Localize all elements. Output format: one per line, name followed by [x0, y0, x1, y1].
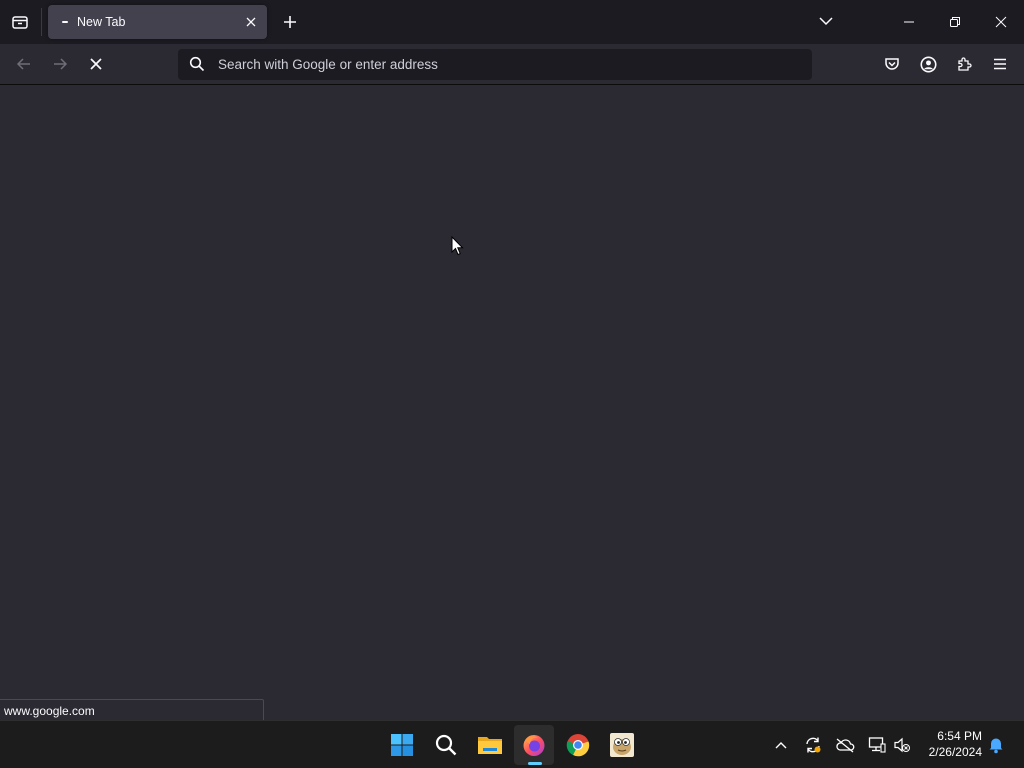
network-tray-button[interactable]: [867, 735, 887, 755]
sync-tray-button[interactable]: [803, 735, 823, 755]
loading-favicon-icon: [62, 21, 68, 23]
extensions-button[interactable]: [950, 50, 978, 78]
list-all-tabs-button[interactable]: [814, 9, 838, 33]
address-bar[interactable]: [178, 49, 812, 80]
arrow-right-icon: [54, 58, 68, 70]
url-input[interactable]: [218, 53, 798, 76]
show-hidden-icons-button[interactable]: [771, 735, 791, 755]
new-tab-button[interactable]: [277, 9, 303, 35]
windows-logo-icon: [391, 734, 413, 756]
window-close-button[interactable]: [978, 0, 1024, 44]
tab-strip: New Tab: [0, 0, 1024, 44]
status-panel: www.google.com: [0, 699, 264, 720]
folder-icon: [478, 737, 502, 754]
onedrive-tray-button[interactable]: [835, 735, 855, 755]
tab-strip-separator: [41, 8, 42, 36]
firefox-view-icon: [12, 16, 28, 29]
account-icon: [919, 55, 937, 73]
firefox-taskbar-button[interactable]: [514, 725, 554, 765]
mouse-cursor-icon: [451, 236, 464, 256]
plus-icon: [284, 16, 296, 28]
chevron-down-icon: [819, 17, 833, 26]
taskbar-search-button[interactable]: [426, 725, 466, 765]
minimize-button[interactable]: [886, 0, 932, 44]
app-menu-button[interactable]: [986, 50, 1014, 78]
taskbar: 6:54 PM 2/26/2024: [0, 720, 1024, 768]
search-icon: [189, 56, 205, 72]
restore-button[interactable]: [932, 0, 978, 44]
firefox-icon: [523, 735, 545, 756]
puzzle-piece-icon: [958, 57, 972, 71]
chrome-icon: [566, 734, 590, 757]
tab-close-button[interactable]: [242, 13, 260, 31]
back-button[interactable]: [10, 50, 38, 78]
firefox-view-button[interactable]: [6, 8, 34, 36]
tab-new-tab[interactable]: New Tab: [48, 5, 267, 39]
notifications-button[interactable]: [986, 735, 1006, 755]
page-content: [0, 86, 1024, 720]
pocket-button[interactable]: [878, 50, 906, 78]
restore-icon: [950, 17, 960, 27]
account-button[interactable]: [914, 50, 942, 78]
pocket-icon: [885, 58, 899, 70]
start-button[interactable]: [382, 725, 422, 765]
volume-muted-icon: [894, 737, 910, 753]
tab-title: New Tab: [77, 15, 126, 29]
search-icon: [435, 734, 457, 756]
clock-date: 2/26/2024: [928, 745, 982, 759]
minimize-icon: [904, 21, 914, 23]
stop-loading-button[interactable]: [82, 50, 110, 78]
app-6-taskbar-button[interactable]: [602, 725, 642, 765]
volume-tray-button[interactable]: [892, 735, 912, 755]
bell-icon: [989, 738, 1003, 754]
clock[interactable]: 6:54 PM 2/26/2024: [914, 728, 982, 760]
close-icon: [995, 16, 1007, 28]
nav-toolbar: [0, 44, 1024, 85]
file-explorer-button[interactable]: [470, 725, 510, 765]
cloud-offline-icon: [836, 738, 855, 753]
active-app-indicator: [528, 762, 542, 765]
hamburger-menu-icon: [994, 58, 1006, 70]
close-icon: [246, 17, 256, 27]
network-icon: [868, 737, 886, 753]
forward-button[interactable]: [46, 50, 74, 78]
chrome-taskbar-button[interactable]: [558, 725, 598, 765]
clock-time: 6:54 PM: [937, 729, 982, 743]
arrow-left-icon: [16, 58, 30, 70]
chevron-up-icon: [775, 742, 787, 749]
app-6-icon: [610, 733, 634, 757]
close-icon: [90, 58, 102, 70]
sync-icon: [806, 737, 821, 753]
status-url: www.google.com: [4, 704, 95, 718]
